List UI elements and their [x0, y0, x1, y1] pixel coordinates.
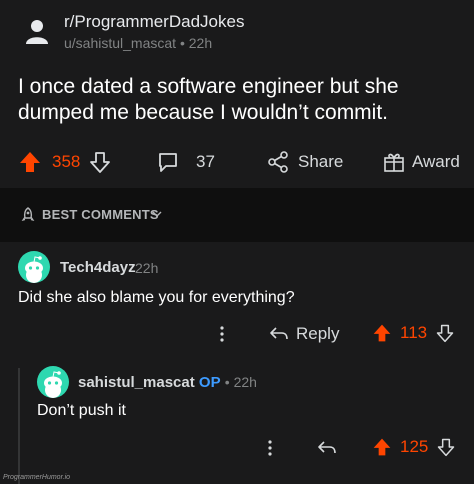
comments-sort-bar[interactable]: BEST COMMENTS	[0, 188, 474, 242]
comment-bubble-icon	[159, 153, 177, 172]
comment-age: 22h	[135, 260, 159, 276]
meta-separator: •	[224, 374, 234, 390]
comment-tech4dayz: Tech4dayz 22h Did she also blame you for…	[0, 242, 474, 362]
post-age: 22h	[188, 35, 213, 51]
comment-reply-op: sahistul_mascat OP • 22h Don’t push it 1…	[0, 362, 474, 484]
comment-body: Don’t push it	[37, 402, 126, 419]
watermark: ProgrammerHumor.io	[3, 474, 71, 481]
post-vote-group: 358	[18, 150, 112, 174]
award-label: Award	[412, 152, 460, 171]
comment-vote-count: 113	[400, 323, 428, 342]
comment-author[interactable]: Tech4dayz	[60, 259, 136, 276]
chevron-down-icon	[152, 211, 162, 217]
post-author[interactable]: u/sahistul_mascat	[64, 35, 176, 51]
post-vote-count: 358	[52, 152, 81, 171]
post-title[interactable]: I once dated a software engineer but she…	[18, 74, 458, 126]
snoo-avatar-icon	[44, 371, 62, 398]
meta-separator: •	[179, 35, 189, 51]
post-card: r/ProgrammerDadJokes u/sahistul_mascat •…	[0, 0, 474, 188]
comment-vote-group: 113	[372, 323, 455, 343]
downvote-icon[interactable]	[435, 323, 455, 343]
comment-body: Did she also blame you for everything?	[18, 289, 295, 306]
award-button[interactable]: Award	[382, 150, 460, 174]
comments-count: 37	[196, 152, 215, 171]
share-label: Share	[298, 152, 344, 171]
reply-arrow-icon	[270, 327, 288, 340]
reply-label: Reply	[296, 324, 340, 343]
more-options-icon[interactable]	[266, 438, 274, 458]
upvote-icon[interactable]	[372, 323, 392, 343]
commenter-avatar[interactable]	[18, 251, 50, 283]
share-button[interactable]: Share	[266, 150, 343, 174]
post-meta: u/sahistul_mascat • 22h	[64, 35, 212, 51]
user-avatar-icon[interactable]	[24, 18, 50, 44]
rocket-icon	[21, 207, 35, 221]
comment-age: 22h	[233, 374, 257, 390]
sort-label: BEST COMMENTS	[42, 207, 159, 222]
upvote-icon[interactable]	[18, 150, 42, 174]
comment-author[interactable]: sahistul_mascat	[78, 374, 195, 391]
more-options-icon[interactable]	[218, 324, 226, 344]
subreddit-name[interactable]: r/ProgrammerDadJokes	[64, 12, 244, 32]
upvote-icon[interactable]	[372, 437, 392, 457]
comment-vote-group: 125	[372, 437, 456, 457]
thread-line[interactable]	[18, 368, 20, 484]
op-badge: OP	[198, 374, 221, 391]
downvote-icon[interactable]	[436, 437, 456, 457]
downvote-icon[interactable]	[88, 150, 112, 174]
snoo-avatar-icon	[25, 256, 43, 283]
comments-button[interactable]: 37	[156, 150, 215, 174]
gift-icon	[384, 153, 404, 172]
reply-arrow-icon[interactable]	[316, 438, 338, 458]
share-icon	[268, 151, 288, 173]
comment-vote-count: 125	[400, 437, 429, 456]
commenter-avatar[interactable]	[37, 366, 69, 398]
reply-button[interactable]: Reply	[268, 324, 339, 344]
comment-meta: sahistul_mascat OP • 22h	[78, 374, 257, 391]
